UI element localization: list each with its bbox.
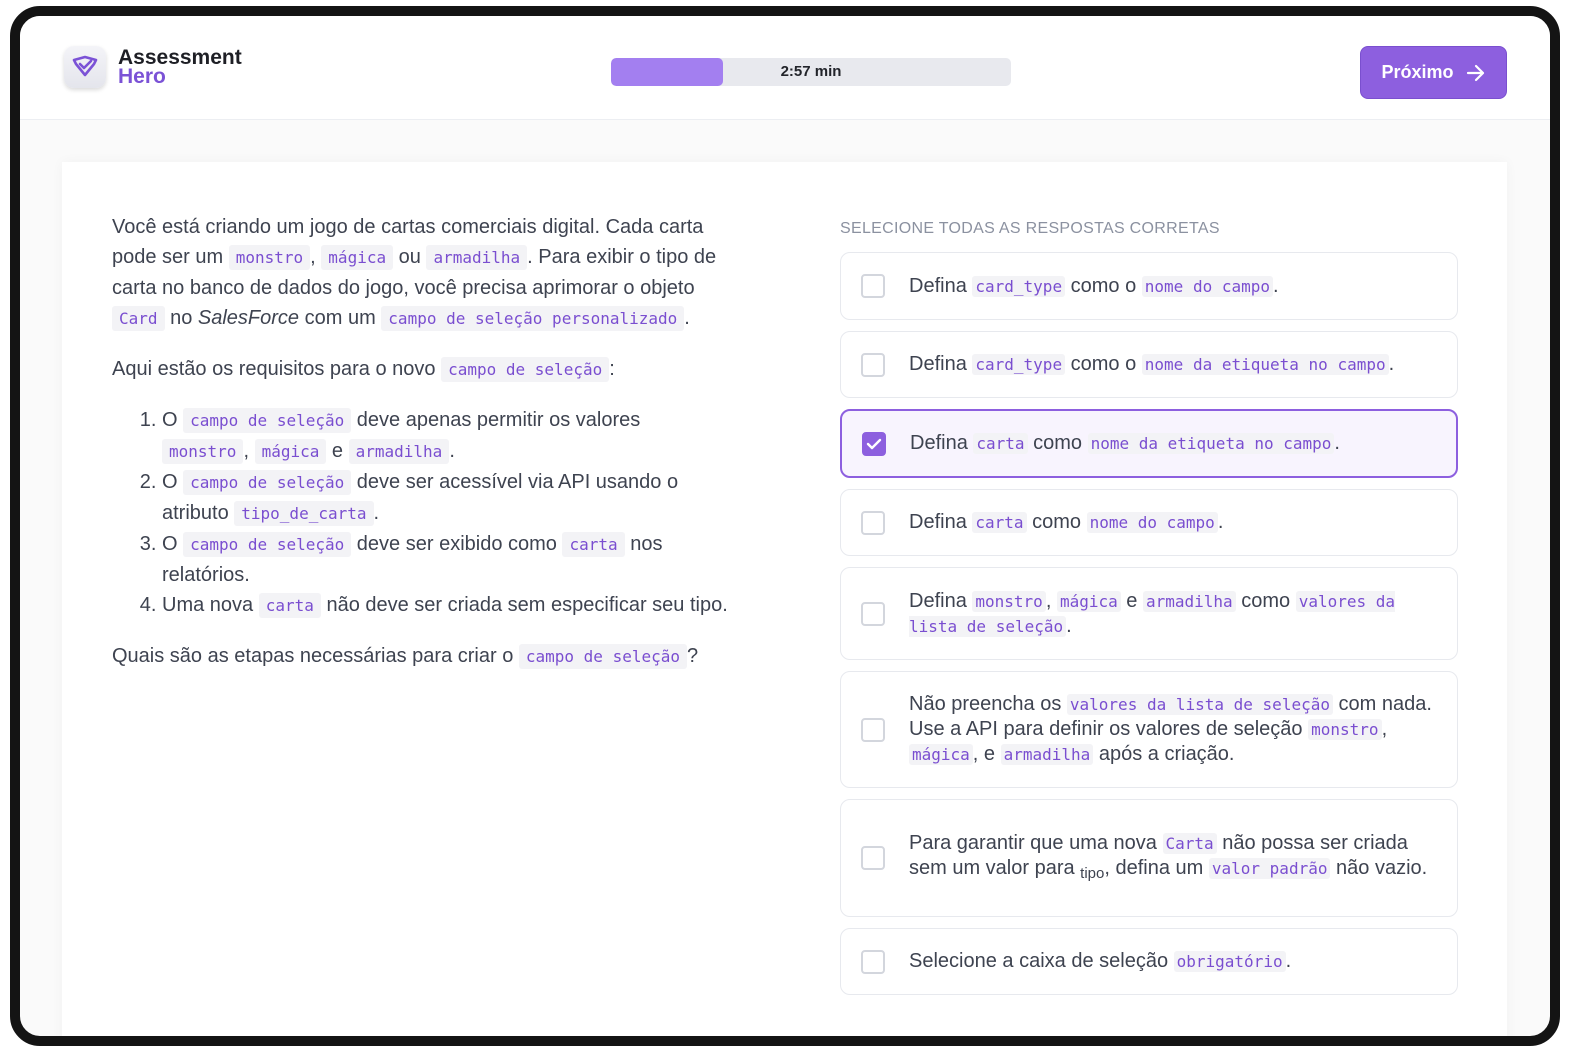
arrow-right-icon [1466,64,1484,81]
question-intro: Você está criando um jogo de cartas come… [112,216,717,331]
checkbox[interactable] [861,274,885,298]
answer-text: Defina card_type como o nome da etiqueta… [909,353,1395,375]
answer-option-5[interactable]: Defina monstro, mágica e armadilha como … [840,567,1458,660]
list-item: Uma nova carta não deve ser criada sem e… [162,590,732,621]
requirements-list: O campo de seleção deve apenas permitir … [112,405,732,621]
answer-option-8[interactable]: Selecione a caixa de seleção obrigatório… [840,928,1458,995]
answer-text: Para garantir que uma nova Carta não pos… [909,831,1428,882]
answer-text: Defina monstro, mágica e armadilha como … [909,589,1396,637]
answer-text: Selecione a caixa de seleção obrigatório… [909,950,1292,972]
shield-check-icon [64,46,106,88]
answer-option-3[interactable]: Defina carta como nome da etiqueta no ca… [840,409,1458,478]
answers-title: SELECIONE TODAS AS RESPOSTAS CORRETAS [840,220,1220,237]
answer-text: Defina carta como nome da etiqueta no ca… [910,432,1340,454]
question-text: Você está criando um jogo de cartas come… [112,212,732,692]
next-button-label: Próximo [1381,62,1454,82]
app-window: Assessment Hero 2:57 min Próximo Você es… [10,6,1560,1046]
answers-panel: SELECIONE TODAS AS RESPOSTAS CORRETAS De… [840,220,1458,1006]
timer-text: 2:57 min [780,63,842,80]
checkbox[interactable] [861,352,885,377]
checkbox[interactable] [861,846,885,870]
next-button[interactable]: Próximo [1360,46,1507,99]
answer-text: Não preencha os valores da lista de sele… [909,693,1432,765]
logo: Assessment Hero [64,46,242,88]
checkbox[interactable] [861,717,885,742]
list-item: O campo de seleção deve apenas permitir … [162,405,732,467]
requirements-intro: Aqui estão os requisitos para o novo cam… [112,357,615,382]
checkbox[interactable] [861,949,885,974]
checkbox[interactable] [861,601,885,626]
question-prompt: Quais são as etapas necessárias para cri… [112,644,699,669]
list-item: O campo de seleção deve ser acessível vi… [162,467,732,529]
checkbox[interactable] [861,510,885,535]
question-card: Você está criando um jogo de cartas come… [62,162,1507,1036]
answer-option-1[interactable]: Defina card_type como o nome do campo. [840,252,1458,320]
answer-option-6[interactable]: Não preencha os valores da lista de sele… [840,671,1458,788]
logo-text-hero: Hero [118,65,166,88]
answer-text: Defina carta como nome do campo. [909,511,1224,533]
checkbox[interactable] [862,431,886,456]
answer-option-2[interactable]: Defina card_type como o nome da etiqueta… [840,331,1458,398]
answer-option-7[interactable]: Para garantir que uma nova Carta não pos… [840,799,1458,917]
timer-progress-bar: 2:57 min [611,58,1011,86]
answer-option-4[interactable]: Defina carta como nome do campo. [840,489,1458,556]
list-item: O campo de seleção deve ser exibido como… [162,529,732,590]
header: Assessment Hero 2:57 min Próximo [20,16,1550,120]
answer-text: Defina card_type como o nome do campo. [909,274,1279,297]
check-icon [866,438,882,449]
